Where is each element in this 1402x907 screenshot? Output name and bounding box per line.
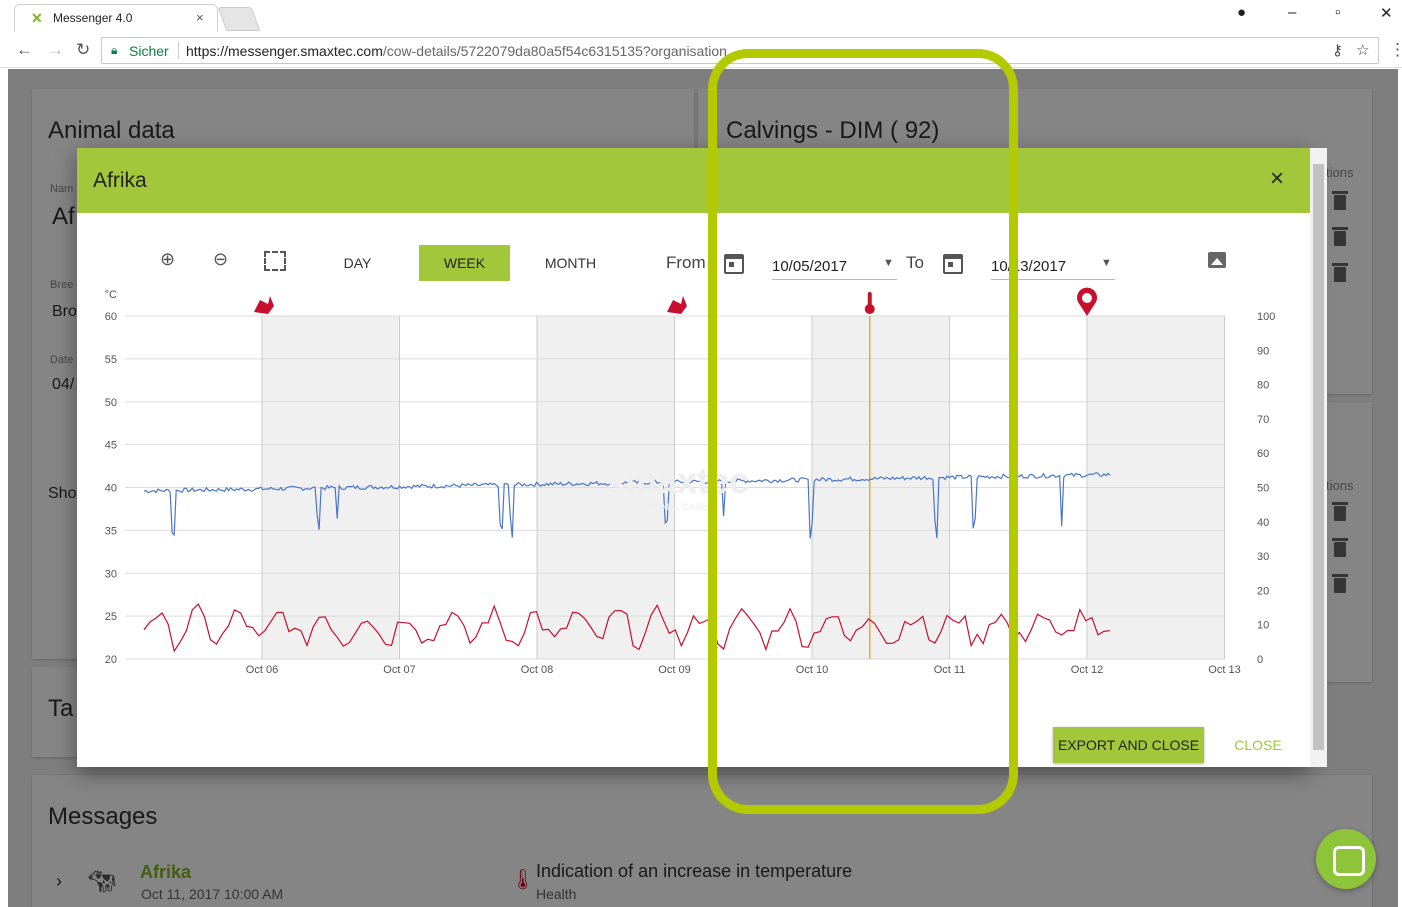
thermometer-bulb xyxy=(864,304,875,314)
new-tab-button[interactable] xyxy=(217,7,261,31)
maximize-icon[interactable]: ▫ xyxy=(1335,4,1340,21)
heat-icon xyxy=(667,296,687,314)
browser-tab[interactable]: ✕ Messenger 4.0 × xyxy=(14,4,218,32)
x-tick-label: Oct 13 xyxy=(1208,664,1240,676)
y-left-tick-label: 20 xyxy=(105,654,117,666)
y-left-tick-label: 35 xyxy=(105,525,117,537)
x-tick-label: Oct 06 xyxy=(246,664,278,676)
x-tick-label: Oct 10 xyxy=(796,664,828,676)
y-right-tick-label: 20 xyxy=(1257,585,1269,597)
tab-title: Messenger 4.0 xyxy=(53,11,133,25)
y-right-tick-label: 90 xyxy=(1257,345,1269,357)
close-button[interactable]: CLOSE xyxy=(1225,727,1291,763)
x-tick-label: Oct 11 xyxy=(934,664,966,676)
scrollbar-thumb[interactable] xyxy=(1313,164,1324,750)
url-host: https://messenger.smaxtec.com xyxy=(186,43,383,59)
key-icon[interactable]: ⚷ xyxy=(1332,41,1343,59)
menu-icon[interactable]: ⋮ xyxy=(1389,40,1402,60)
bookmark-star-icon[interactable]: ☆ xyxy=(1356,41,1369,59)
chart-dialog: Afrika × ⊕ ⊖ DAY WEEK MONTH From 10/05/2… xyxy=(77,148,1310,767)
y-left-tick-label: 25 xyxy=(105,611,117,623)
lock-icon: 🔒︎ xyxy=(111,43,118,57)
x-tick-label: Oct 09 xyxy=(658,664,690,676)
profile-icon[interactable]: ● xyxy=(1237,4,1246,21)
y-left-tick-label: 55 xyxy=(105,354,117,366)
heat-icon xyxy=(254,296,274,314)
y-right-tick-label: 30 xyxy=(1257,551,1269,563)
address-bar: ← → ↻ 🔒︎ Sicher https://messenger.smaxte… xyxy=(0,34,1402,68)
y-right-tick-label: 50 xyxy=(1257,483,1269,495)
chat-launcher-button[interactable] xyxy=(1316,829,1376,889)
minimize-icon[interactable]: – xyxy=(1288,4,1296,21)
y-left-tick-label: 30 xyxy=(105,568,117,580)
browser-tab-bar: ✕ Messenger 4.0 × ● – ▫ ✕ xyxy=(0,0,1402,34)
watermark: smaxtec xyxy=(605,460,749,501)
url-text: https://messenger.smaxtec.com/cow-detail… xyxy=(186,43,727,59)
tab-close-icon[interactable]: × xyxy=(196,10,204,25)
forward-icon[interactable]: → xyxy=(47,40,64,60)
reload-icon[interactable]: ↻ xyxy=(76,40,90,60)
x-tick-label: Oct 08 xyxy=(521,664,553,676)
divider xyxy=(178,42,179,59)
x-tick-label: Oct 07 xyxy=(383,664,415,676)
thermometer-icon xyxy=(867,292,872,306)
window-close-icon[interactable]: ✕ xyxy=(1380,4,1393,22)
secure-label: Sicher xyxy=(129,43,169,59)
x-tick-label: Oct 12 xyxy=(1071,664,1103,676)
pin-center xyxy=(1082,293,1092,303)
dialog-scrollbar[interactable] xyxy=(1310,148,1327,767)
y-left-tick-label: 40 xyxy=(105,483,117,495)
y-left-tick-label: 50 xyxy=(105,397,117,409)
y-right-tick-label: 60 xyxy=(1257,448,1269,460)
export-and-close-button[interactable]: EXPORT AND CLOSE xyxy=(1053,727,1204,763)
temperature-chart: 20 25 30 35 40 45 50 55 60 °C 0 10 20 30 40 50 60 70 80 90 1… xyxy=(105,287,1275,676)
y-left-unit-label: °C xyxy=(105,289,117,301)
y-left-tick-label: 60 xyxy=(105,311,117,323)
url-path: /cow-details/5722079da80a5f54c6315135?or… xyxy=(382,43,727,59)
y-right-tick-label: 80 xyxy=(1257,380,1269,392)
smaxtec-favicon-icon: ✕ xyxy=(31,10,43,26)
y-right-tick-label: 40 xyxy=(1257,517,1269,529)
y-right-tick-label: 70 xyxy=(1257,414,1269,426)
y-left-tick-label: 45 xyxy=(105,440,117,452)
y-right-tick-label: 10 xyxy=(1257,620,1269,632)
url-input[interactable]: 🔒︎ Sicher https://messenger.smaxtec.com/… xyxy=(101,37,1379,64)
y-right-tick-label: 0 xyxy=(1257,654,1263,666)
watermark-sub: ANIMAL CARE xyxy=(647,502,708,512)
back-icon[interactable]: ← xyxy=(16,40,33,60)
y-right-tick-label: 100 xyxy=(1257,311,1275,323)
